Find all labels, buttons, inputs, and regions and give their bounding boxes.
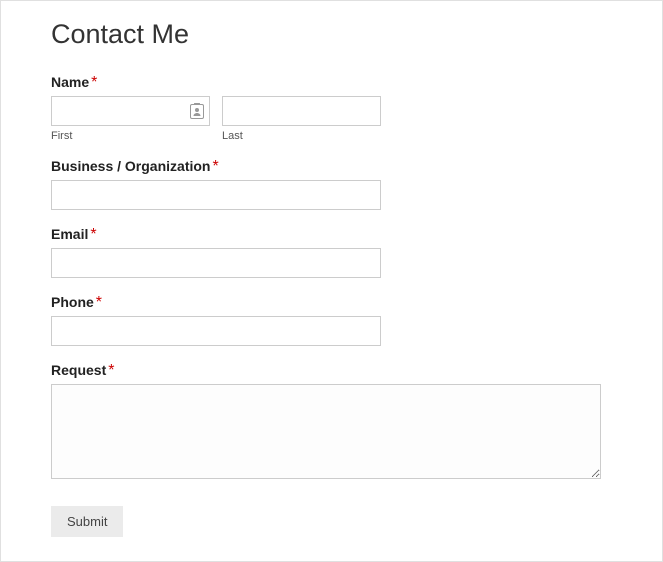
field-email: Email* — [51, 226, 626, 278]
required-marker: * — [91, 74, 97, 91]
field-request: Request* — [51, 362, 626, 484]
required-marker: * — [108, 362, 114, 379]
request-textarea[interactable] — [51, 384, 601, 479]
email-label: Email — [51, 226, 88, 242]
phone-input[interactable] — [51, 316, 381, 346]
contact-form-card: Contact Me Name* First — [0, 0, 663, 562]
field-name: Name* First — [51, 74, 626, 142]
required-marker: * — [96, 294, 102, 311]
last-name-sublabel: Last — [222, 130, 381, 142]
business-input[interactable] — [51, 180, 381, 210]
name-label: Name — [51, 74, 89, 90]
page-title: Contact Me — [51, 19, 626, 50]
submit-button[interactable]: Submit — [51, 506, 123, 537]
required-marker: * — [90, 226, 96, 243]
first-name-sublabel: First — [51, 130, 210, 142]
field-phone: Phone* — [51, 294, 626, 346]
request-label: Request — [51, 362, 106, 378]
contact-card-icon — [190, 103, 204, 119]
required-marker: * — [212, 158, 218, 175]
field-business: Business / Organization* — [51, 158, 626, 210]
business-label: Business / Organization — [51, 158, 210, 174]
email-input[interactable] — [51, 248, 381, 278]
first-name-input[interactable] — [51, 96, 210, 126]
phone-label: Phone — [51, 294, 94, 310]
last-name-input[interactable] — [222, 96, 381, 126]
